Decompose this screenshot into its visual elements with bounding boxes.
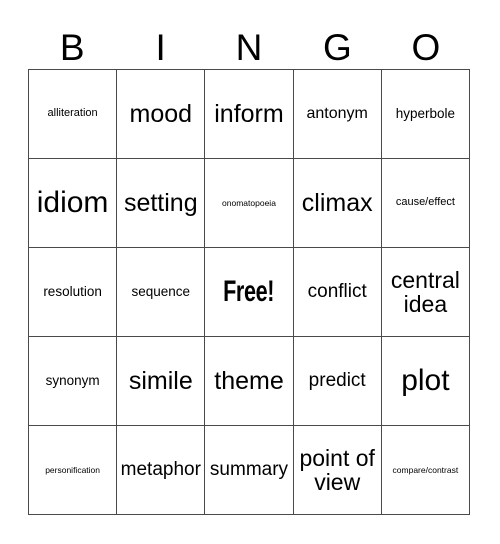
bingo-cell-free-space[interactable]: Free! (205, 248, 294, 337)
bingo-cell-label: theme (214, 366, 284, 395)
bingo-cell-n4[interactable]: theme (205, 337, 294, 426)
bingo-card: B I N G O alliteration mood inform anton… (0, 0, 500, 544)
bingo-cell-label: hyperbole (395, 105, 456, 121)
bingo-cell-n5[interactable]: summary (205, 426, 294, 515)
bingo-cell-label: sequence (131, 283, 191, 299)
bingo-cell-g3[interactable]: conflict (293, 248, 382, 337)
bingo-cell-label: idiom (36, 186, 109, 220)
bingo-cell-i4[interactable]: simile (117, 337, 206, 426)
bingo-cell-label: synonym (45, 372, 100, 388)
bingo-cell-label: alliteration (47, 107, 98, 120)
bingo-cell-g4[interactable]: predict (293, 337, 382, 426)
bingo-cell-o5[interactable]: compare/contrast (381, 426, 470, 515)
bingo-cell-label: point of view (299, 444, 375, 495)
bingo-cell-label: predict (308, 369, 366, 391)
bingo-cell-g5[interactable]: point of view (293, 426, 382, 515)
bingo-cell-b2[interactable]: idiom (29, 159, 118, 248)
bingo-cell-label: compare/contrast (392, 464, 459, 475)
bingo-cell-b3[interactable]: resolution (29, 248, 118, 337)
bingo-cell-label: onomatopoeia (222, 197, 276, 208)
bingo-grid: alliteration mood inform antonym hyperbo… (28, 69, 470, 515)
bingo-cell-o2[interactable]: cause/effect (381, 159, 470, 248)
bingo-cell-g1[interactable]: antonym (293, 70, 382, 159)
bingo-cell-g2[interactable]: climax (293, 159, 382, 248)
bingo-cell-b5[interactable]: personification (29, 426, 118, 515)
bingo-cell-label: simile (128, 366, 193, 395)
free-space-label: Free! (223, 275, 275, 309)
bingo-cell-o3[interactable]: central idea (381, 248, 470, 337)
bingo-cell-n1[interactable]: inform (205, 70, 294, 159)
bingo-cell-label: cause/effect (395, 196, 455, 209)
bingo-cell-label: plot (401, 364, 450, 398)
bingo-header-letter-o: O (411, 27, 441, 68)
bingo-cell-i5[interactable]: metaphor (117, 426, 206, 515)
bingo-cell-i1[interactable]: mood (117, 70, 206, 159)
bingo-cell-label: resolution (43, 283, 102, 299)
bingo-cell-label: climax (301, 188, 373, 217)
bingo-cell-i2[interactable]: setting (117, 159, 206, 248)
bingo-cell-o1[interactable]: hyperbole (381, 70, 470, 159)
bingo-cell-label: metaphor (120, 458, 201, 480)
bingo-header-letter-n: N (235, 27, 263, 68)
bingo-cell-label: setting (123, 188, 198, 217)
bingo-cell-b4[interactable]: synonym (29, 337, 118, 426)
bingo-cell-label: inform (214, 99, 284, 128)
bingo-header-letter-b: B (59, 27, 85, 68)
bingo-cell-label: conflict (307, 280, 367, 302)
bingo-cell-label: central idea (390, 266, 460, 317)
bingo-header-row: B I N G O (28, 16, 470, 68)
bingo-cell-n2[interactable]: onomatopoeia (205, 159, 294, 248)
bingo-cell-label: antonym (306, 104, 368, 122)
bingo-header-letter-i: I (155, 27, 166, 68)
bingo-cell-i3[interactable]: sequence (117, 248, 206, 337)
bingo-header-letter-g: G (323, 27, 352, 68)
bingo-cell-label: personification (45, 464, 100, 475)
bingo-cell-o4[interactable]: plot (381, 337, 470, 426)
bingo-cell-b1[interactable]: alliteration (29, 70, 118, 159)
bingo-cell-label: summary (209, 458, 289, 480)
bingo-cell-label: mood (129, 99, 193, 128)
